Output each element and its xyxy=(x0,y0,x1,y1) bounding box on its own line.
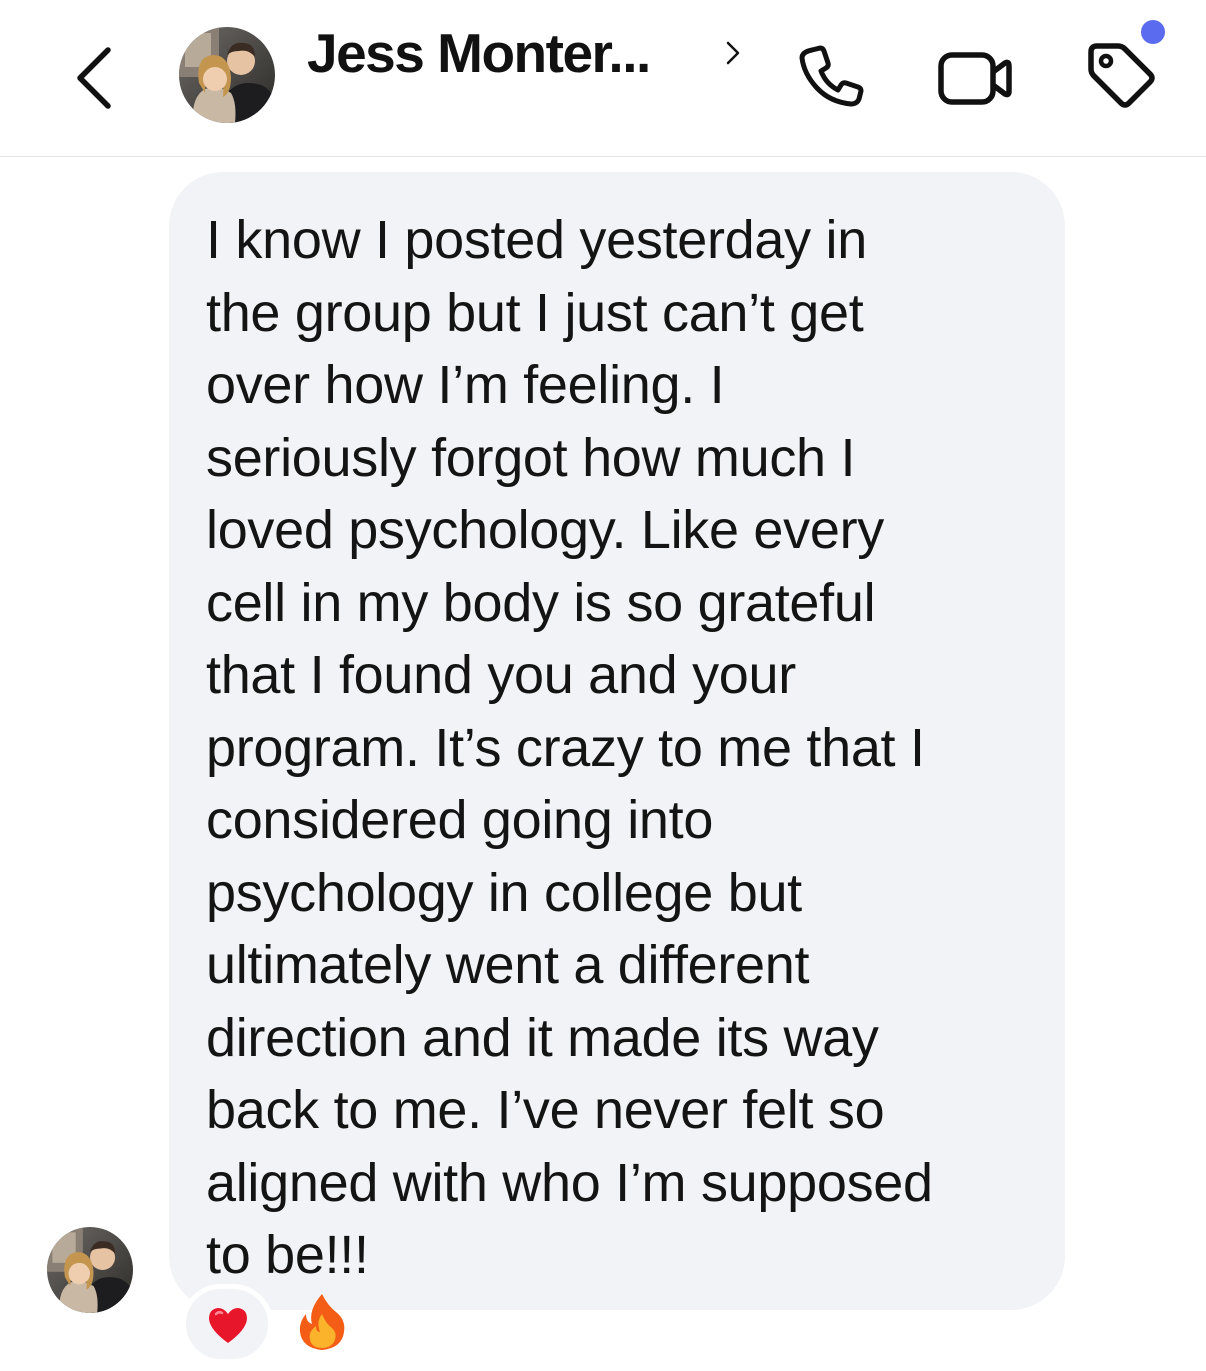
message-body: I know I posted yesterday in the group b… xyxy=(206,210,933,1285)
chevron-right-icon[interactable] xyxy=(722,38,744,68)
contact-name[interactable]: Jess Monter... xyxy=(307,20,651,86)
message-text: I know I posted yesterday in the group b… xyxy=(206,204,1036,1364)
label-button[interactable] xyxy=(1078,34,1164,114)
message-reaction[interactable] xyxy=(181,1284,273,1364)
notification-dot xyxy=(1141,20,1165,44)
contact-avatar[interactable] xyxy=(179,27,275,123)
voice-call-button[interactable] xyxy=(790,38,870,114)
fire-icon xyxy=(299,1293,345,1350)
video-camera-icon xyxy=(938,52,1012,105)
back-button[interactable] xyxy=(62,38,128,114)
video-call-button[interactable] xyxy=(930,38,1016,114)
conversation-header: Jess Monter... xyxy=(0,0,1206,157)
tag-icon xyxy=(1088,43,1155,108)
chevron-left-icon xyxy=(77,47,111,109)
phone-icon xyxy=(799,45,864,107)
heart-icon xyxy=(209,1308,247,1343)
sender-avatar[interactable] xyxy=(47,1227,133,1313)
